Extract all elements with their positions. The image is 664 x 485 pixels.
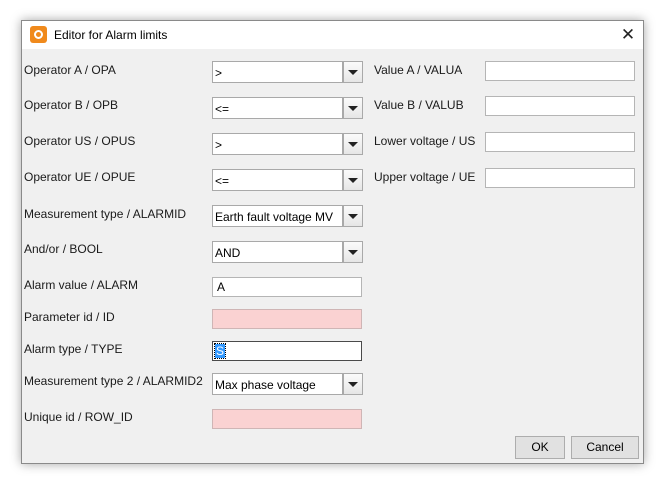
- ok-button[interactable]: OK: [515, 436, 565, 459]
- alarm-type-input[interactable]: S: [212, 341, 362, 361]
- cancel-button[interactable]: Cancel: [571, 436, 639, 459]
- bool-value: AND: [215, 246, 241, 260]
- opb-value: <=: [215, 102, 230, 116]
- label-row-id: Unique id / ROW_ID: [24, 410, 133, 424]
- alarmid2-select[interactable]: Max phase voltage: [212, 373, 343, 395]
- label-alarm: Alarm value / ALARM: [24, 278, 139, 292]
- opa-select[interactable]: >: [212, 61, 343, 83]
- opue-dropdown-button[interactable]: [343, 169, 363, 191]
- valub-input[interactable]: [485, 96, 635, 116]
- opus-dropdown-button[interactable]: [343, 133, 363, 155]
- app-logo-icon: [30, 26, 47, 43]
- lower-voltage-input[interactable]: [485, 132, 635, 152]
- alarm-type-selected-text: S: [213, 343, 227, 359]
- label-opue: Operator UE / OPUE: [24, 170, 136, 184]
- alarm-value-input[interactable]: A: [212, 277, 362, 297]
- opb-select[interactable]: <=: [212, 97, 343, 119]
- label-opus: Operator US / OPUS: [24, 134, 136, 148]
- dialog-window: Editor for Alarm limits ✕ Operator A / O…: [21, 20, 644, 464]
- opue-select[interactable]: <=: [212, 169, 343, 191]
- parameter-id-input[interactable]: [212, 309, 362, 329]
- label-alarmid2: Measurement type 2 / ALARMID2: [24, 374, 203, 388]
- label-ue: Upper voltage / UE: [374, 170, 476, 184]
- label-id: Parameter id / ID: [24, 310, 115, 324]
- label-opa: Operator A / OPA: [24, 63, 116, 77]
- title-bar[interactable]: Editor for Alarm limits ✕: [22, 21, 643, 49]
- opue-value: <=: [215, 174, 230, 188]
- label-valua: Value A / VALUA: [374, 63, 463, 77]
- close-icon: ✕: [620, 25, 636, 45]
- label-us: Lower voltage / US: [374, 134, 476, 148]
- label-type: Alarm type / TYPE: [24, 342, 123, 356]
- alarmid-select[interactable]: Earth fault voltage MV: [212, 205, 343, 227]
- label-opb: Operator B / OPB: [24, 98, 119, 112]
- bool-select[interactable]: AND: [212, 241, 343, 263]
- opus-value: >: [215, 138, 223, 152]
- upper-voltage-input[interactable]: [485, 168, 635, 188]
- alarmid-dropdown-button[interactable]: [343, 205, 363, 227]
- alarmid2-value: Max phase voltage: [215, 378, 316, 392]
- opa-dropdown-button[interactable]: [343, 61, 363, 83]
- window-title: Editor for Alarm limits: [54, 28, 168, 42]
- label-alarmid: Measurement type / ALARMID: [24, 207, 187, 221]
- close-button[interactable]: ✕: [613, 21, 643, 49]
- alarmid2-dropdown-button[interactable]: [343, 373, 363, 395]
- valua-input[interactable]: [485, 61, 635, 81]
- label-bool: And/or / BOOL: [24, 242, 103, 256]
- label-valub: Value B / VALUB: [374, 98, 464, 112]
- opa-value: >: [215, 66, 223, 80]
- bool-dropdown-button[interactable]: [343, 241, 363, 263]
- opus-select[interactable]: >: [212, 133, 343, 155]
- alarmid-value: Earth fault voltage MV: [215, 210, 334, 224]
- row-id-input[interactable]: [212, 409, 362, 429]
- opb-dropdown-button[interactable]: [343, 97, 363, 119]
